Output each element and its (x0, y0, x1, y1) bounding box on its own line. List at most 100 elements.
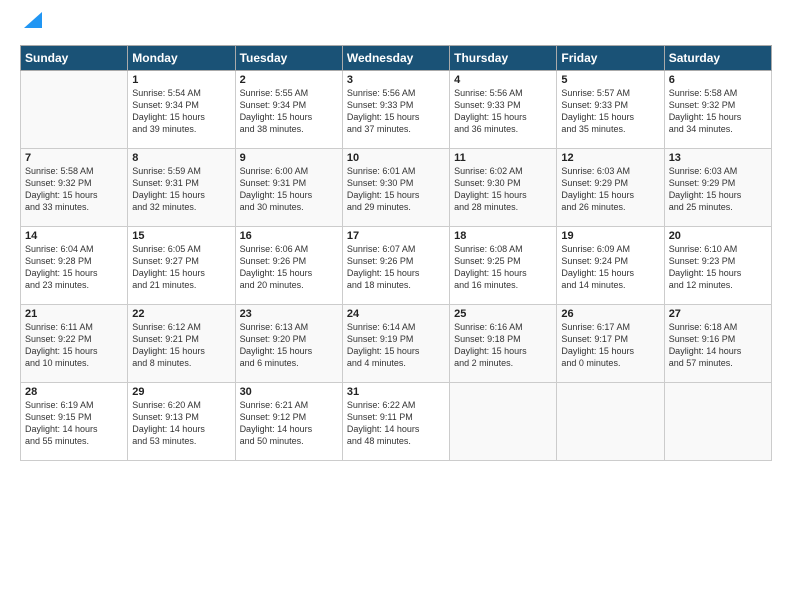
day-number: 25 (454, 308, 552, 320)
cell-text: Sunrise: 5:59 AM Sunset: 9:31 PM Dayligh… (132, 165, 230, 214)
day-number: 22 (132, 308, 230, 320)
weekday-header-friday: Friday (557, 46, 664, 71)
calendar-cell: 20Sunrise: 6:10 AM Sunset: 9:23 PM Dayli… (664, 227, 771, 305)
calendar-cell: 28Sunrise: 6:19 AM Sunset: 9:15 PM Dayli… (21, 383, 128, 461)
cell-text: Sunrise: 5:56 AM Sunset: 9:33 PM Dayligh… (454, 87, 552, 136)
calendar-cell: 26Sunrise: 6:17 AM Sunset: 9:17 PM Dayli… (557, 305, 664, 383)
calendar-cell: 11Sunrise: 6:02 AM Sunset: 9:30 PM Dayli… (450, 149, 557, 227)
weekday-header-thursday: Thursday (450, 46, 557, 71)
day-number: 7 (25, 152, 123, 164)
week-row-3: 21Sunrise: 6:11 AM Sunset: 9:22 PM Dayli… (21, 305, 772, 383)
calendar-table: SundayMondayTuesdayWednesdayThursdayFrid… (20, 45, 772, 461)
cell-text: Sunrise: 5:56 AM Sunset: 9:33 PM Dayligh… (347, 87, 445, 136)
day-number: 24 (347, 308, 445, 320)
day-number: 17 (347, 230, 445, 242)
week-row-1: 7Sunrise: 5:58 AM Sunset: 9:32 PM Daylig… (21, 149, 772, 227)
day-number: 20 (669, 230, 767, 242)
day-number: 8 (132, 152, 230, 164)
day-number: 13 (669, 152, 767, 164)
weekday-header-wednesday: Wednesday (342, 46, 449, 71)
cell-text: Sunrise: 6:16 AM Sunset: 9:18 PM Dayligh… (454, 321, 552, 370)
calendar-cell: 17Sunrise: 6:07 AM Sunset: 9:26 PM Dayli… (342, 227, 449, 305)
calendar-cell: 29Sunrise: 6:20 AM Sunset: 9:13 PM Dayli… (128, 383, 235, 461)
calendar-cell: 10Sunrise: 6:01 AM Sunset: 9:30 PM Dayli… (342, 149, 449, 227)
logo (20, 16, 42, 33)
weekday-header-row: SundayMondayTuesdayWednesdayThursdayFrid… (21, 46, 772, 71)
calendar-cell: 3Sunrise: 5:56 AM Sunset: 9:33 PM Daylig… (342, 71, 449, 149)
day-number: 12 (561, 152, 659, 164)
cell-text: Sunrise: 6:13 AM Sunset: 9:20 PM Dayligh… (240, 321, 338, 370)
calendar-cell: 1Sunrise: 5:54 AM Sunset: 9:34 PM Daylig… (128, 71, 235, 149)
cell-text: Sunrise: 5:58 AM Sunset: 9:32 PM Dayligh… (25, 165, 123, 214)
cell-text: Sunrise: 6:02 AM Sunset: 9:30 PM Dayligh… (454, 165, 552, 214)
day-number: 26 (561, 308, 659, 320)
cell-text: Sunrise: 6:04 AM Sunset: 9:28 PM Dayligh… (25, 243, 123, 292)
day-number: 3 (347, 74, 445, 86)
cell-text: Sunrise: 6:20 AM Sunset: 9:13 PM Dayligh… (132, 399, 230, 448)
cell-text: Sunrise: 6:05 AM Sunset: 9:27 PM Dayligh… (132, 243, 230, 292)
day-number: 28 (25, 386, 123, 398)
cell-text: Sunrise: 6:21 AM Sunset: 9:12 PM Dayligh… (240, 399, 338, 448)
cell-text: Sunrise: 6:03 AM Sunset: 9:29 PM Dayligh… (669, 165, 767, 214)
day-number: 30 (240, 386, 338, 398)
cell-text: Sunrise: 6:06 AM Sunset: 9:26 PM Dayligh… (240, 243, 338, 292)
calendar-cell: 30Sunrise: 6:21 AM Sunset: 9:12 PM Dayli… (235, 383, 342, 461)
page: SundayMondayTuesdayWednesdayThursdayFrid… (0, 0, 792, 612)
day-number: 23 (240, 308, 338, 320)
day-number: 19 (561, 230, 659, 242)
week-row-2: 14Sunrise: 6:04 AM Sunset: 9:28 PM Dayli… (21, 227, 772, 305)
logo-icon (24, 12, 42, 33)
cell-text: Sunrise: 6:07 AM Sunset: 9:26 PM Dayligh… (347, 243, 445, 292)
day-number: 29 (132, 386, 230, 398)
cell-text: Sunrise: 5:54 AM Sunset: 9:34 PM Dayligh… (132, 87, 230, 136)
calendar-cell: 6Sunrise: 5:58 AM Sunset: 9:32 PM Daylig… (664, 71, 771, 149)
calendar-cell: 21Sunrise: 6:11 AM Sunset: 9:22 PM Dayli… (21, 305, 128, 383)
weekday-header-monday: Monday (128, 46, 235, 71)
weekday-header-sunday: Sunday (21, 46, 128, 71)
day-number: 14 (25, 230, 123, 242)
week-row-4: 28Sunrise: 6:19 AM Sunset: 9:15 PM Dayli… (21, 383, 772, 461)
cell-text: Sunrise: 6:19 AM Sunset: 9:15 PM Dayligh… (25, 399, 123, 448)
day-number: 27 (669, 308, 767, 320)
cell-text: Sunrise: 6:10 AM Sunset: 9:23 PM Dayligh… (669, 243, 767, 292)
calendar-cell: 9Sunrise: 6:00 AM Sunset: 9:31 PM Daylig… (235, 149, 342, 227)
cell-text: Sunrise: 6:18 AM Sunset: 9:16 PM Dayligh… (669, 321, 767, 370)
calendar-cell: 19Sunrise: 6:09 AM Sunset: 9:24 PM Dayli… (557, 227, 664, 305)
calendar-cell: 14Sunrise: 6:04 AM Sunset: 9:28 PM Dayli… (21, 227, 128, 305)
calendar-cell: 4Sunrise: 5:56 AM Sunset: 9:33 PM Daylig… (450, 71, 557, 149)
calendar-cell: 25Sunrise: 6:16 AM Sunset: 9:18 PM Dayli… (450, 305, 557, 383)
calendar-cell (21, 71, 128, 149)
week-row-0: 1Sunrise: 5:54 AM Sunset: 9:34 PM Daylig… (21, 71, 772, 149)
day-number: 18 (454, 230, 552, 242)
day-number: 9 (240, 152, 338, 164)
cell-text: Sunrise: 6:00 AM Sunset: 9:31 PM Dayligh… (240, 165, 338, 214)
weekday-header-saturday: Saturday (664, 46, 771, 71)
day-number: 16 (240, 230, 338, 242)
day-number: 6 (669, 74, 767, 86)
day-number: 15 (132, 230, 230, 242)
header (20, 16, 772, 33)
cell-text: Sunrise: 6:03 AM Sunset: 9:29 PM Dayligh… (561, 165, 659, 214)
calendar-cell (450, 383, 557, 461)
day-number: 4 (454, 74, 552, 86)
day-number: 5 (561, 74, 659, 86)
calendar-cell: 24Sunrise: 6:14 AM Sunset: 9:19 PM Dayli… (342, 305, 449, 383)
cell-text: Sunrise: 6:22 AM Sunset: 9:11 PM Dayligh… (347, 399, 445, 448)
day-number: 21 (25, 308, 123, 320)
day-number: 31 (347, 386, 445, 398)
day-number: 1 (132, 74, 230, 86)
calendar-cell: 15Sunrise: 6:05 AM Sunset: 9:27 PM Dayli… (128, 227, 235, 305)
cell-text: Sunrise: 6:12 AM Sunset: 9:21 PM Dayligh… (132, 321, 230, 370)
day-number: 2 (240, 74, 338, 86)
calendar-cell: 13Sunrise: 6:03 AM Sunset: 9:29 PM Dayli… (664, 149, 771, 227)
cell-text: Sunrise: 6:09 AM Sunset: 9:24 PM Dayligh… (561, 243, 659, 292)
calendar-cell: 7Sunrise: 5:58 AM Sunset: 9:32 PM Daylig… (21, 149, 128, 227)
cell-text: Sunrise: 5:58 AM Sunset: 9:32 PM Dayligh… (669, 87, 767, 136)
calendar-cell: 27Sunrise: 6:18 AM Sunset: 9:16 PM Dayli… (664, 305, 771, 383)
cell-text: Sunrise: 6:14 AM Sunset: 9:19 PM Dayligh… (347, 321, 445, 370)
cell-text: Sunrise: 6:01 AM Sunset: 9:30 PM Dayligh… (347, 165, 445, 214)
calendar-cell: 2Sunrise: 5:55 AM Sunset: 9:34 PM Daylig… (235, 71, 342, 149)
calendar-cell: 8Sunrise: 5:59 AM Sunset: 9:31 PM Daylig… (128, 149, 235, 227)
cell-text: Sunrise: 5:57 AM Sunset: 9:33 PM Dayligh… (561, 87, 659, 136)
calendar-cell: 18Sunrise: 6:08 AM Sunset: 9:25 PM Dayli… (450, 227, 557, 305)
